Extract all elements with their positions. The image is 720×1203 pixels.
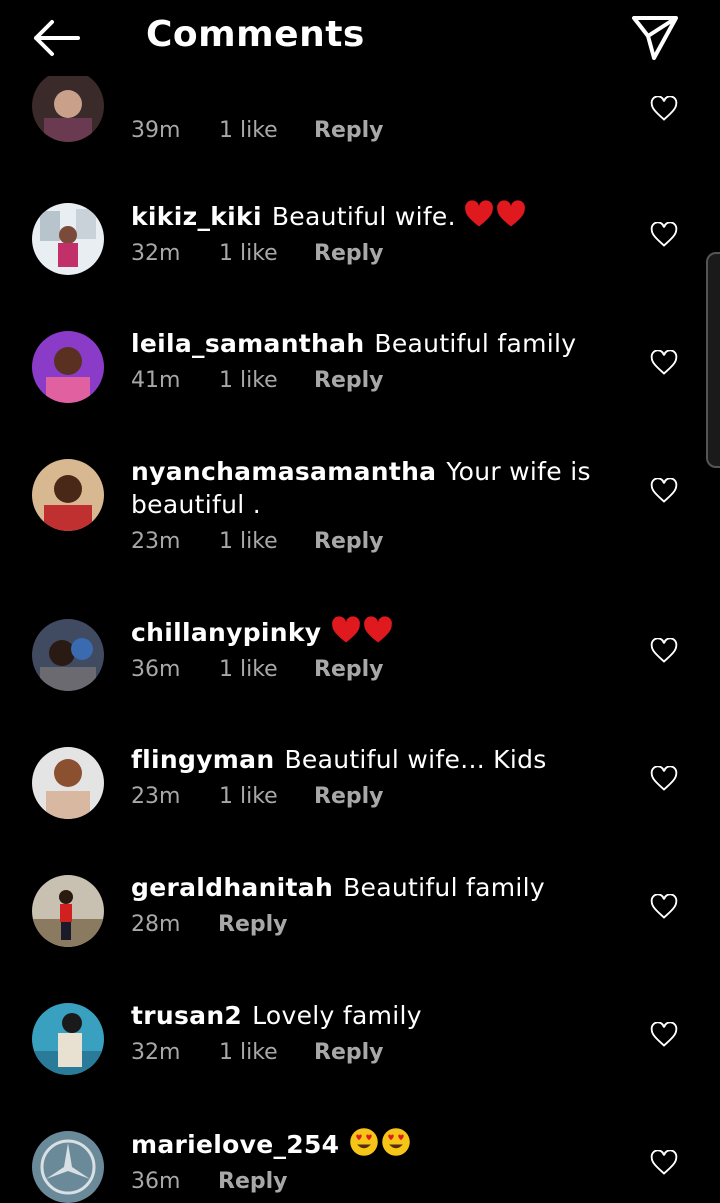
red-heart-emoji-icon — [497, 200, 525, 227]
avatar[interactable] — [32, 203, 104, 275]
comment-meta: 41m 1 like Reply — [131, 368, 591, 398]
heart-outline-icon[interactable] — [650, 766, 678, 792]
red-heart-emoji-icon — [364, 616, 393, 643]
scrollbar[interactable] — [706, 252, 720, 468]
comment-time: 23m — [131, 784, 181, 809]
comment-meta: 32m 1 like Reply — [131, 241, 591, 271]
heart-outline-icon[interactable] — [650, 478, 678, 504]
comment-text-line: flingyman Beautiful wife... Kids — [131, 743, 591, 776]
comment-text: Beautiful family — [343, 873, 546, 902]
heart-outline-icon[interactable] — [650, 1022, 678, 1048]
comment-like-count[interactable]: 1 like — [219, 241, 278, 266]
comment-meta: 39m 1 like Reply — [131, 118, 591, 148]
reply-button[interactable]: Reply — [218, 912, 288, 937]
avatar[interactable] — [32, 1131, 104, 1203]
page-title: Comments — [146, 14, 365, 55]
comment-like-count[interactable]: 1 like — [219, 529, 278, 554]
reply-button[interactable]: Reply — [314, 241, 384, 266]
comment-meta: 23m 1 like Reply — [131, 784, 591, 814]
comment-time: 23m — [131, 529, 181, 554]
avatar[interactable] — [32, 331, 104, 403]
comment-like-count[interactable]: 1 like — [219, 784, 278, 809]
arrow-left-icon[interactable] — [30, 18, 82, 58]
header-bar: Comments — [0, 0, 720, 76]
comment-username[interactable]: kikiz_kiki — [131, 202, 262, 231]
comment-text: Lovely family — [252, 1001, 422, 1030]
red-heart-emoji-icon — [332, 616, 361, 643]
comment-username[interactable]: marielove_254 — [131, 1130, 339, 1159]
comment-meta: 32m 1 like Reply — [131, 1040, 591, 1070]
comment-like-count[interactable]: 1 like — [219, 118, 278, 143]
comment-text-line: chillanypinky — [131, 615, 591, 649]
avatar[interactable] — [32, 875, 104, 947]
reply-button[interactable]: Reply — [314, 657, 384, 682]
avatar[interactable] — [32, 70, 104, 142]
comment-username[interactable]: flingyman — [131, 745, 274, 774]
comment-time: 28m — [131, 912, 181, 937]
comment-text: Beautiful wife... Kids — [284, 745, 547, 774]
comment-meta: 28m Reply — [131, 912, 591, 942]
comment-username[interactable]: nyanchamasamantha — [131, 457, 436, 486]
comment-like-count[interactable]: 1 like — [219, 368, 278, 393]
comment-time: 32m — [131, 241, 181, 266]
comment-meta: 23m 1 like Reply — [131, 529, 591, 559]
heart-outline-icon[interactable] — [650, 638, 678, 664]
reply-button[interactable]: Reply — [314, 368, 384, 393]
reply-button[interactable]: Reply — [314, 784, 384, 809]
comment-username[interactable]: geraldhanitah — [131, 873, 333, 902]
comment-meta: 36m 1 like Reply — [131, 657, 591, 687]
comment-username[interactable]: trusan2 — [131, 1001, 242, 1030]
comment-username[interactable]: leila_samanthah — [131, 329, 364, 358]
comment-text-line: nyanchamasamantha Your wife is beautiful … — [131, 455, 591, 521]
comment-time: 39m — [131, 118, 181, 143]
comment-text-line: leila_samanthah Beautiful family — [131, 327, 591, 360]
avatar[interactable] — [32, 619, 104, 691]
comment-text: Beautiful family — [374, 329, 577, 358]
comment-like-count[interactable]: 1 like — [219, 657, 278, 682]
avatar[interactable] — [32, 459, 104, 531]
heart-outline-icon[interactable] — [650, 894, 678, 920]
reply-button[interactable]: Reply — [314, 118, 384, 143]
reply-button[interactable]: Reply — [314, 1040, 384, 1065]
comment-time: 32m — [131, 1040, 181, 1065]
avatar[interactable] — [32, 1003, 104, 1075]
comment-username[interactable]: chillanypinky — [131, 618, 321, 647]
paper-plane-icon[interactable] — [630, 14, 680, 62]
comment-text-line: marielove_254 — [131, 1127, 591, 1161]
heart-outline-icon[interactable] — [650, 96, 678, 122]
comment-text-line: kikiz_kiki Beautiful wife. — [131, 199, 591, 233]
comment-meta: 36m Reply — [131, 1169, 591, 1199]
comment-time: 36m — [131, 1169, 181, 1194]
reply-button[interactable]: Reply — [314, 529, 384, 554]
comment-text-line: trusan2 Lovely family — [131, 999, 591, 1032]
comment-time: 41m — [131, 368, 181, 393]
comment-text: Beautiful wife. — [271, 202, 456, 231]
heart-outline-icon[interactable] — [650, 222, 678, 248]
comment-like-count[interactable]: 1 like — [219, 1040, 278, 1065]
comment-list[interactable]: 39m 1 like Reply kikiz_kiki Beautiful wif… — [0, 0, 720, 1203]
heart-outline-icon[interactable] — [650, 350, 678, 376]
reply-button[interactable]: Reply — [218, 1169, 288, 1194]
heart-eyes-emoji-icon — [350, 1128, 379, 1156]
heart-eyes-emoji-icon — [382, 1128, 411, 1156]
comment-time: 36m — [131, 657, 181, 682]
comment-text-line: geraldhanitah Beautiful family — [131, 871, 591, 904]
heart-outline-icon[interactable] — [650, 1150, 678, 1176]
red-heart-emoji-icon — [465, 200, 493, 227]
avatar[interactable] — [32, 747, 104, 819]
